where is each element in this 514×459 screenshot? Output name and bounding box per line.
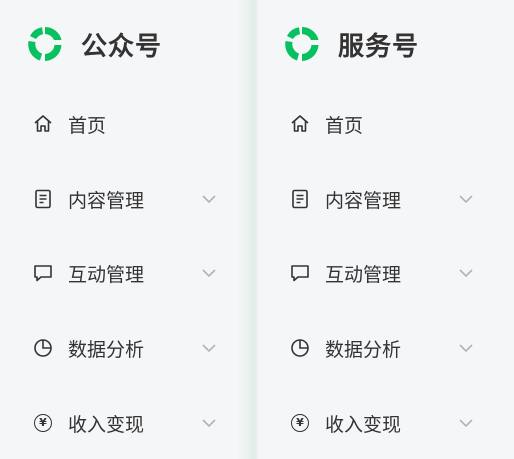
sidebar-item-label: 数据分析 xyxy=(68,338,145,361)
brand-header[interactable]: 公众号 xyxy=(25,24,162,64)
brand-name: 公众号 xyxy=(81,31,163,62)
chevron-down-icon[interactable] xyxy=(457,414,475,432)
document-icon xyxy=(289,188,311,210)
sidebar-item-label: 首页 xyxy=(68,114,107,137)
sidebar-item-data-analysis[interactable]: 数据分析 xyxy=(257,328,494,368)
home-icon xyxy=(289,113,311,135)
chevron-down-icon[interactable] xyxy=(200,190,218,208)
comment-icon xyxy=(32,262,54,284)
yen-icon: ¥ xyxy=(32,412,54,434)
sidebar-item-interaction-management[interactable]: 互动管理 xyxy=(0,253,237,293)
sidebar-item-label: 首页 xyxy=(325,114,364,137)
brand-name: 服务号 xyxy=(338,31,420,62)
wechat-logo-icon xyxy=(28,27,62,61)
sidebar-item-home[interactable]: 首页 xyxy=(0,104,237,144)
sidebar-item-data-analysis[interactable]: 数据分析 xyxy=(0,328,237,368)
sidebar-item-label: 互动管理 xyxy=(325,263,402,286)
panel-divider xyxy=(237,0,259,459)
yen-icon: ¥ xyxy=(289,412,311,434)
chevron-down-icon[interactable] xyxy=(200,264,218,282)
chevron-down-icon[interactable] xyxy=(200,339,218,357)
document-icon xyxy=(32,188,54,210)
sidebar-item-label: 收入变现 xyxy=(68,413,145,436)
comment-icon xyxy=(289,262,311,284)
sidebar-item-label: 内容管理 xyxy=(68,189,145,212)
sidebar-item-label: 数据分析 xyxy=(325,338,402,361)
pie-chart-icon xyxy=(289,337,311,359)
pie-chart-icon xyxy=(32,337,54,359)
sidebar-item-monetization[interactable]: ¥ 收入变现 xyxy=(257,403,494,443)
sidebar-item-content-management[interactable]: 内容管理 xyxy=(257,179,494,219)
sidebar-official-account: 公众号 首页 内容管理 互动管理 数据分析 ¥ 收入变现 xyxy=(0,0,257,459)
sidebar-item-content-management[interactable]: 内容管理 xyxy=(0,179,237,219)
sidebar-item-label: 内容管理 xyxy=(325,189,402,212)
brand-header[interactable]: 服务号 xyxy=(282,24,419,64)
sidebar-item-monetization[interactable]: ¥ 收入变现 xyxy=(0,403,237,443)
chevron-down-icon[interactable] xyxy=(457,264,475,282)
sidebar-item-label: 收入变现 xyxy=(325,413,402,436)
chevron-down-icon[interactable] xyxy=(457,190,475,208)
home-icon xyxy=(32,113,54,135)
chevron-down-icon[interactable] xyxy=(200,414,218,432)
sidebar-item-label: 互动管理 xyxy=(68,263,145,286)
sidebar-item-interaction-management[interactable]: 互动管理 xyxy=(257,253,494,293)
sidebar-item-home[interactable]: 首页 xyxy=(257,104,494,144)
chevron-down-icon[interactable] xyxy=(457,339,475,357)
wechat-logo-icon xyxy=(285,27,319,61)
sidebar-service-account: 服务号 首页 内容管理 互动管理 数据分析 ¥ 收入变现 xyxy=(257,0,514,459)
